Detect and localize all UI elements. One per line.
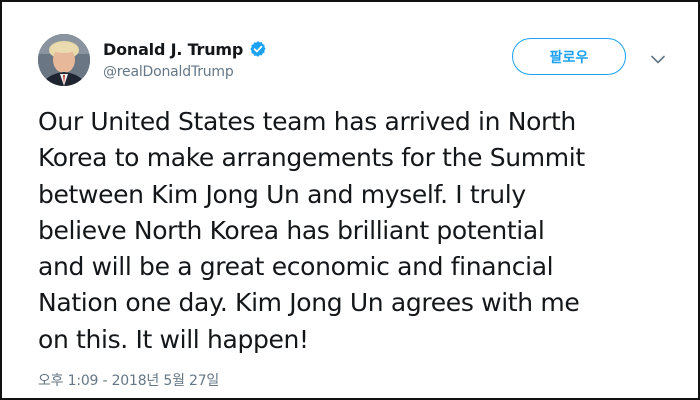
chevron-down-icon xyxy=(651,55,665,63)
verified-badge-icon xyxy=(249,40,267,58)
display-name[interactable]: Donald J. Trump xyxy=(103,40,243,59)
profile-avatar-icon xyxy=(38,34,90,86)
avatar[interactable] xyxy=(38,34,90,86)
follow-button[interactable]: 팔로우 xyxy=(512,38,626,75)
tweet-text: Our United States team has arrived in No… xyxy=(38,107,585,354)
tweet-card: Donald J. Trump @realDonaldTrump 팔로우 Our… xyxy=(0,0,700,400)
author-block: Donald J. Trump @realDonaldTrump xyxy=(103,38,267,80)
more-options-button[interactable] xyxy=(648,50,668,68)
tweet-timestamp[interactable]: 오후 1:09 - 2018년 5월 27일 xyxy=(38,370,219,390)
display-name-row: Donald J. Trump xyxy=(103,38,267,60)
username-handle[interactable]: @realDonaldTrump xyxy=(103,64,267,80)
